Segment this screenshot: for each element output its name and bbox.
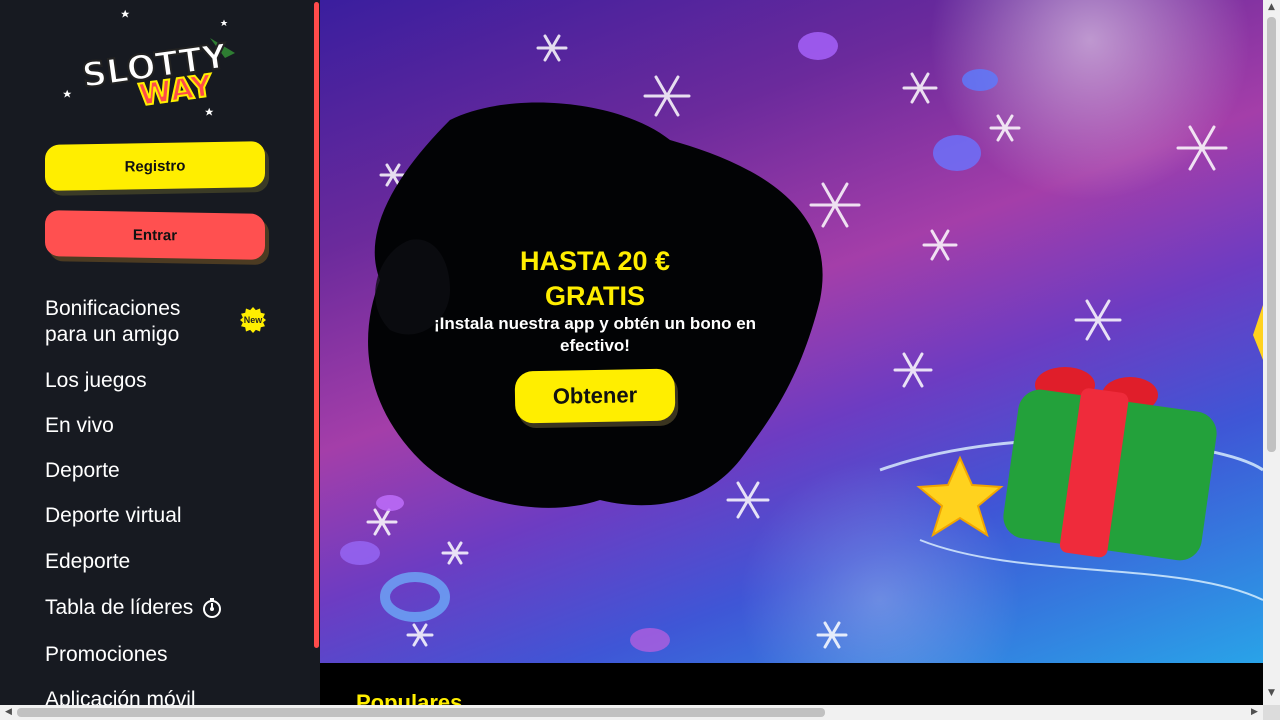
register-button[interactable]: Registro — [45, 141, 265, 191]
sidebar-item-esport[interactable]: Edeporte — [45, 549, 285, 575]
snowflake-icon — [643, 75, 691, 117]
obtain-button[interactable]: Obtener — [514, 368, 676, 424]
sidebar-menu: Bonificaciones para un amigo New Los jue… — [45, 296, 285, 705]
vertical-scrollbar-thumb[interactable] — [1267, 17, 1276, 452]
scroll-right-icon[interactable]: ▶ — [1246, 707, 1263, 717]
sidebar: SLOTTY WAY Registro Entrar Bonificacione… — [0, 0, 313, 705]
sidebar-item-leaderboard[interactable]: Tabla de líderes — [45, 595, 285, 621]
promo-banner[interactable]: HASTA 20 € GRATIS ¡Instala nuestra app y… — [320, 0, 1263, 663]
horizontal-scrollbar-thumb[interactable] — [17, 708, 825, 717]
scrollbar-corner — [1263, 705, 1280, 720]
sidebar-item-promotions[interactable]: Promociones — [45, 642, 285, 668]
page-vertical-scrollbar[interactable]: ▲ ▼ — [1263, 0, 1280, 705]
slottyway-logo[interactable]: SLOTTY WAY — [60, 8, 250, 120]
sidebar-item-label: En vivo — [45, 414, 114, 437]
sidebar-item-live[interactable]: En vivo — [45, 413, 285, 439]
scroll-up-icon[interactable]: ▲ — [1263, 2, 1280, 12]
gift-icon — [1003, 367, 1217, 561]
sidebar-item-bonus-friend[interactable]: Bonificaciones para un amigo New — [45, 296, 266, 348]
scroll-left-icon[interactable]: ◀ — [0, 707, 17, 717]
new-badge: New — [240, 307, 266, 333]
sidebar-item-label: Bonificaciones para un amigo — [45, 297, 181, 346]
sidebar-item-label: Los juegos — [45, 369, 147, 392]
scroll-down-icon[interactable]: ▼ — [1263, 688, 1280, 698]
snowflake-icon — [536, 34, 568, 62]
sidebar-item-label: Promociones — [45, 643, 168, 666]
sidebar-item-virtual-sport[interactable]: Deporte virtual — [45, 503, 285, 529]
sidebar-scrollbar-thumb[interactable] — [314, 2, 319, 648]
login-button[interactable]: Entrar — [45, 210, 265, 260]
sidebar-item-mobile-app[interactable]: Aplicación móvil — [45, 687, 285, 705]
page-horizontal-scrollbar[interactable]: ◀ ▶ — [0, 705, 1263, 720]
promo-title: HASTA 20 € GRATIS — [519, 246, 671, 311]
sidebar-item-games[interactable]: Los juegos — [45, 368, 285, 394]
stopwatch-icon — [203, 598, 222, 619]
sidebar-item-sport[interactable]: Deporte — [45, 458, 285, 484]
sidebar-item-label: Deporte — [45, 459, 120, 482]
sidebar-item-label: Deporte virtual — [45, 504, 182, 527]
sidebar-item-label: Aplicación móvil — [45, 688, 196, 705]
sidebar-item-label: Edeporte — [45, 550, 131, 573]
promo-subtitle: ¡Instala nuestra app y obtén un bono en … — [433, 314, 757, 355]
sidebar-item-label: Tabla de líderes — [45, 596, 194, 619]
sidebar-scrollbar[interactable] — [313, 0, 320, 705]
